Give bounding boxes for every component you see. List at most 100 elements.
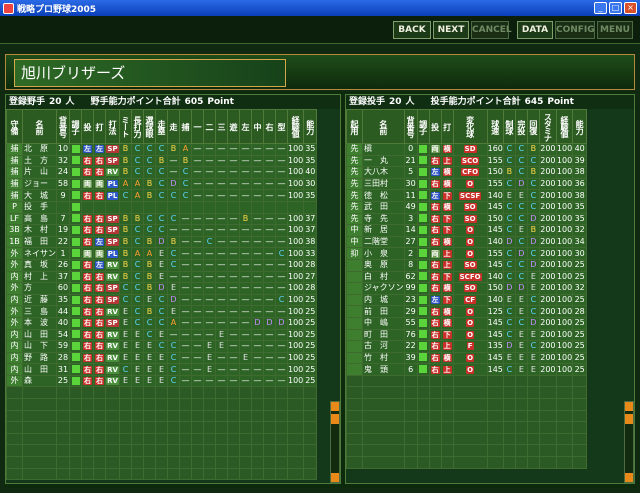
table-row[interactable]: 1B 福 田 22 右左 SP B C B D B — — C — — — — — —100 38 [6,235,318,249]
table-row[interactable]: 先三田村 30 右横 O 155 C D C 200 100 36 [346,177,588,191]
column-header[interactable]: 打 [93,109,106,144]
column-header[interactable]: 能力 [303,109,318,144]
batters-scrollbar[interactable] [330,401,340,483]
table-row[interactable]: 3B 木 村 19 右右 SP B C C C — — — — — — — — — —100 37 [6,224,318,237]
empty-row[interactable] [6,467,318,481]
table-row[interactable]: 鬼 頭 6 右上 O 145 C E E 200 100 25 [346,363,588,376]
menu-button[interactable]: MENU [597,21,633,39]
minimize-icon[interactable]: _ [594,2,607,14]
empty-row[interactable] [346,421,588,434]
table-row[interactable]: P投 手 [6,200,318,214]
table-row[interactable]: 内山 田 31 右右 RV C E E E C — — E — — — — — —100 25 [6,363,318,376]
empty-row[interactable] [346,398,588,411]
table-row[interactable]: 外森 25 右右 RV E E E E C — — — — — — — — —100 25 [6,374,318,388]
table-row[interactable]: 先徳 松 11 左下 SCSF 140 E E C 200 100 38 [346,189,588,202]
empty-row[interactable] [6,456,318,469]
table-row[interactable]: 中新 居 14 右下 O 145 C E B 200 100 32 [346,224,588,237]
empty-row[interactable] [346,444,588,458]
column-header[interactable]: 球速 [486,109,504,144]
column-header[interactable]: 起用 [346,109,363,144]
column-header[interactable]: 投 [428,109,442,144]
empty-row[interactable] [6,386,318,400]
table-row[interactable]: 捕大 城 9 右右 PL C A B C C C — — — — — — — —100 35 [6,189,318,202]
column-header[interactable]: 投 [81,109,94,144]
column-header[interactable]: 名前 [362,109,405,144]
scroll-thumb[interactable] [625,414,633,424]
column-header[interactable]: 捕 [179,109,192,144]
table-row[interactable]: 先大八木 5 左横 CFO 150 B C B 200 100 38 [346,166,588,179]
table-row[interactable]: 内山 下 59 右右 RV E E E C C — — E E — — — — —100 25 [6,340,318,353]
column-header[interactable]: ミート [119,109,132,144]
table-row[interactable]: 竹 村 39 右横 O 145 E E E 200 100 25 [346,351,588,365]
empty-row[interactable] [6,409,318,423]
empty-row[interactable] [346,409,588,423]
pitchers-scrollbar[interactable] [624,401,634,483]
scroll-up-icon[interactable] [331,402,339,411]
column-header[interactable]: 左 [239,109,252,144]
scroll-down-icon[interactable] [625,473,633,482]
column-header[interactable]: 名前 [22,109,57,144]
empty-row[interactable] [6,398,318,411]
column-header[interactable]: 背番号 [56,109,70,144]
empty-row[interactable] [6,444,318,458]
table-row[interactable]: 外本 波 40 右右 SP E C C C A — — — — — — D D D 100 25 [6,316,318,330]
table-row[interactable]: LF 高 島 7 右右 SP B B C C C — — — — — B — — —100 37 [6,212,318,226]
table-row[interactable]: 抑小 泉 2 両上 O 155 C D C 200 100 30 [346,247,588,260]
column-header[interactable]: 回復 [526,109,540,144]
table-row[interactable]: 古 河 22 右上 F 135 D E C 200 100 25 [346,340,588,353]
empty-row[interactable] [6,432,318,446]
next-button[interactable]: NEXT [433,21,469,39]
table-row[interactable]: 内野 路 28 右右 RV E E E E C — — E — — E — — —100 25 [6,351,318,365]
table-row[interactable]: 奥 原 8 右上 SO 145 C C D 200 100 25 [346,258,588,272]
maximize-icon[interactable]: □ [609,2,622,14]
column-header[interactable]: 中 [251,109,264,144]
column-header[interactable]: 調子 [69,109,82,144]
column-header[interactable]: 能力 [572,109,588,144]
table-row[interactable]: 内村 上 37 右右 RV B C B E — — — — — — — — — —100 27 [6,270,318,284]
table-row[interactable]: 中二階堂 27 右横 O 140 D C D 200 100 34 [346,235,588,249]
column-header[interactable]: 経験値 [286,109,305,144]
cancel-button[interactable]: CANCEL [471,21,512,39]
config-button[interactable]: CONFIG [555,21,595,39]
column-header[interactable]: 長打力 [131,109,144,144]
column-header[interactable]: 制球 [502,109,516,144]
table-row[interactable]: 中 嶋 55 右横 O 145 C C D 200 100 25 [346,316,588,330]
table-row[interactable]: 町 田 76 右下 O 145 C E E 200 100 25 [346,328,588,342]
scroll-thumb[interactable] [331,414,339,424]
table-row[interactable]: ジャクソン 99 右横 SO 150 D D E 200 100 32 [346,282,588,295]
column-header[interactable]: 遊 [227,109,240,144]
column-header[interactable]: 打 [440,109,454,144]
column-header[interactable]: 走 [167,109,180,144]
table-row[interactable]: 内 城 23 左下 CF 140 E E C 200 100 25 [346,293,588,307]
close-icon[interactable]: × [624,2,637,14]
table-row[interactable]: 捕土 方 32 右右 SP B C C B — B — — — — — — — —100 35 [6,154,318,168]
column-header[interactable]: 変化球 [452,109,488,144]
column-header[interactable]: 調子 [416,109,430,144]
column-header[interactable]: 一 [191,109,204,144]
column-header[interactable]: 打法 [105,109,120,144]
column-header[interactable]: 完投 [514,109,528,144]
table-row[interactable]: 先一 丸 21 右上 SCO 155 C C C 200 100 39 [346,154,588,168]
table-row[interactable]: 外ネイサン 1 両両 PL B A A E C — — — — — — — — C 100 33 [6,247,318,260]
column-header[interactable]: 三 [215,109,228,144]
table-row[interactable]: 捕北 原 10 左左 SP B C C C B A — — — — — — — —100 35 [6,143,318,156]
column-header[interactable]: 型 [275,109,288,144]
table-row[interactable]: 白 村 62 右下 SCFO 140 C C E 200 100 25 [346,270,588,284]
empty-row[interactable] [6,421,318,434]
column-header[interactable]: 選球眼 [143,109,156,144]
table-row[interactable]: 捕片 山 24 右右 RV B C C C — C — — — — — — — —100 40 [6,166,318,179]
table-row[interactable]: 前 田 29 右横 O 125 C E C 200 100 28 [346,305,588,318]
empty-row[interactable] [346,456,588,469]
table-row[interactable]: 内近 藤 35 右右 SP C C E C D — — — — — — — — C 100 25 [6,293,318,307]
column-header[interactable]: 背番号 [403,109,418,144]
scroll-down-icon[interactable] [331,473,339,482]
table-row[interactable]: 先槇 0 両横 SD 160 C C B 200 100 40 [346,143,588,156]
table-row[interactable]: 外三 島 44 右右 RV E C B C E — — — — — — — — —100 25 [6,305,318,318]
column-header[interactable]: 守備 [6,109,23,144]
back-button[interactable]: BACK [393,21,431,39]
column-header[interactable]: スタミナ [538,109,557,144]
column-header[interactable]: 右 [263,109,276,144]
empty-row[interactable] [346,374,588,388]
scroll-up-icon[interactable] [625,402,633,411]
column-header[interactable]: 走塁 [155,109,168,144]
